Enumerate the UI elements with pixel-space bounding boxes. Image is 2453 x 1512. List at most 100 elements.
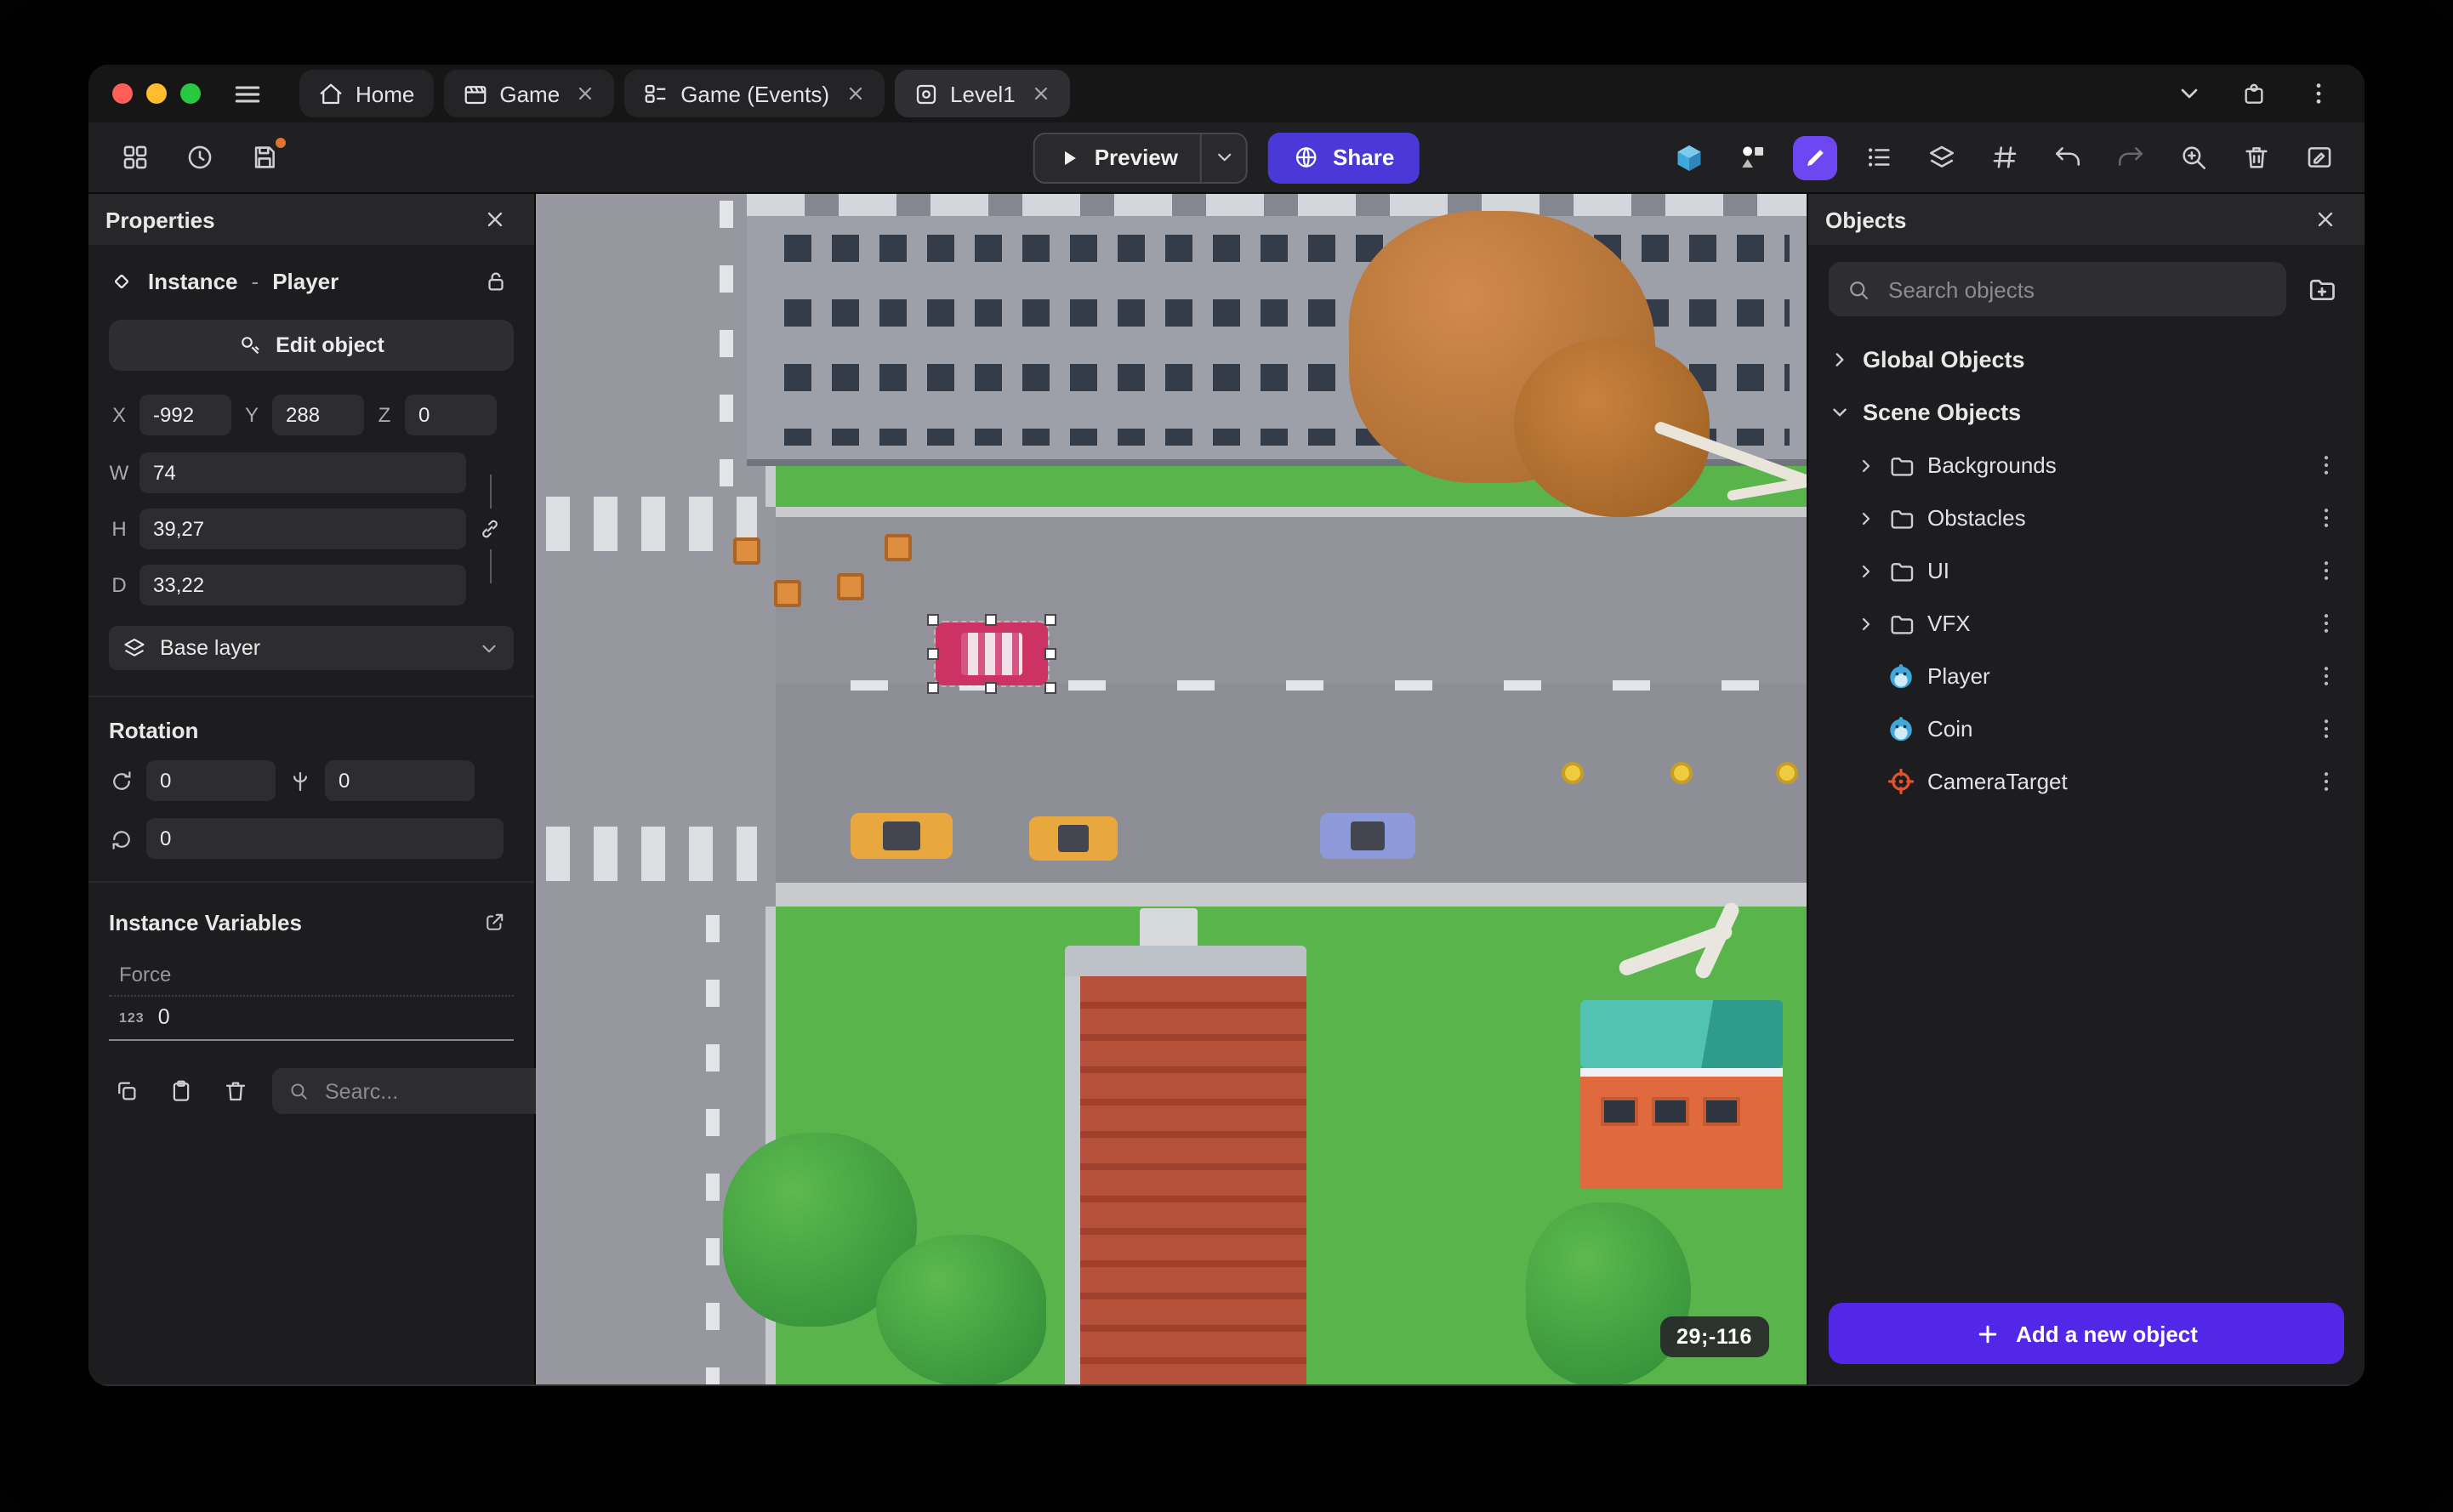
save-button[interactable] bbox=[242, 135, 286, 179]
object-cameratarget[interactable]: CameraTarget bbox=[1808, 755, 2365, 808]
close-tab-button[interactable] bbox=[575, 83, 595, 104]
close-objects-button[interactable] bbox=[2303, 197, 2348, 242]
object-options-button[interactable] bbox=[2303, 707, 2348, 751]
crate bbox=[733, 537, 760, 565]
open-variables-editor-button[interactable] bbox=[476, 903, 514, 941]
scene-icon bbox=[915, 83, 936, 104]
selection-pencil-tool-button[interactable] bbox=[1793, 135, 1837, 179]
x-input[interactable] bbox=[139, 395, 231, 435]
folder-options-button[interactable] bbox=[2303, 601, 2348, 645]
delete-variable-button[interactable] bbox=[218, 1074, 252, 1108]
object-label: CameraTarget bbox=[1927, 769, 2068, 794]
close-tab-button[interactable] bbox=[845, 83, 865, 104]
folder-vfx[interactable]: VFX bbox=[1808, 597, 2365, 650]
editor-tabs: Home Game Game (Events) Level1 bbox=[299, 70, 1070, 117]
minimize-window-button[interactable] bbox=[146, 83, 167, 104]
selection-handle-se[interactable] bbox=[1044, 682, 1056, 694]
object-options-button[interactable] bbox=[2303, 654, 2348, 698]
toggle-3d-view-button[interactable] bbox=[1667, 135, 1711, 179]
grid-layout-icon bbox=[122, 145, 146, 169]
tab-level1[interactable]: Level1 bbox=[894, 70, 1070, 117]
building-cap bbox=[1065, 946, 1306, 976]
selected-player-car-instance[interactable] bbox=[927, 614, 1056, 694]
crate bbox=[774, 580, 801, 607]
close-properties-button[interactable] bbox=[473, 197, 517, 242]
selection-handle-n[interactable] bbox=[985, 614, 997, 626]
tab-game[interactable]: Game bbox=[443, 70, 615, 117]
close-window-button[interactable] bbox=[112, 83, 133, 104]
height-input[interactable] bbox=[139, 509, 466, 549]
group-global-objects[interactable]: Global Objects bbox=[1808, 333, 2365, 386]
undo-icon bbox=[2054, 147, 2080, 166]
object-options-button[interactable] bbox=[2303, 759, 2348, 804]
selection-handle-nw[interactable] bbox=[927, 614, 939, 626]
edit-object-button[interactable]: Edit object bbox=[109, 320, 514, 371]
tab-game-events[interactable]: Game (Events) bbox=[624, 70, 885, 117]
group-label: Scene Objects bbox=[1863, 400, 2022, 425]
group-label: Global Objects bbox=[1863, 347, 2025, 372]
globe-icon bbox=[1296, 146, 1317, 168]
grid-toggle-button[interactable] bbox=[1982, 135, 2026, 179]
layer-select[interactable]: Base layer bbox=[109, 626, 514, 670]
rotation-z-input[interactable] bbox=[146, 818, 504, 859]
window bbox=[1703, 1097, 1740, 1126]
collapse-button[interactable] bbox=[2167, 71, 2211, 116]
selection-handle-ne[interactable] bbox=[1044, 614, 1056, 626]
folder-obstacles[interactable]: Obstacles bbox=[1808, 492, 2365, 544]
objects-search-input[interactable] bbox=[1885, 275, 2269, 304]
object-coin[interactable]: Coin bbox=[1808, 702, 2365, 755]
instances-list-button[interactable] bbox=[1856, 135, 1900, 179]
zoom-window-button[interactable] bbox=[180, 83, 201, 104]
project-manager-button[interactable] bbox=[112, 135, 157, 179]
variable-value[interactable]: 0 bbox=[158, 1005, 170, 1029]
paste-variable-button[interactable] bbox=[163, 1074, 197, 1108]
chevron-right-icon bbox=[1862, 564, 1870, 577]
copy-icon bbox=[117, 1082, 135, 1100]
layers-panel-button[interactable] bbox=[1919, 135, 1963, 179]
lock-instance-button[interactable] bbox=[476, 262, 514, 299]
clipboard-icon bbox=[172, 1080, 189, 1101]
keep-ratio-button[interactable] bbox=[473, 512, 507, 546]
object-player[interactable]: Player bbox=[1808, 650, 2365, 702]
z-input[interactable] bbox=[405, 395, 497, 435]
scene-properties-button[interactable] bbox=[2296, 135, 2341, 179]
preview-options-caret[interactable] bbox=[1200, 134, 1246, 181]
folder-backgrounds[interactable]: Backgrounds bbox=[1808, 439, 2365, 492]
zoom-in-button[interactable] bbox=[2171, 135, 2215, 179]
group-scene-objects[interactable]: Scene Objects bbox=[1808, 386, 2365, 439]
redo-button[interactable] bbox=[2108, 135, 2152, 179]
selection-handle-sw[interactable] bbox=[927, 682, 939, 694]
rotation-y-input[interactable] bbox=[325, 760, 475, 801]
close-tab-button[interactable] bbox=[1031, 83, 1051, 104]
history-button[interactable] bbox=[177, 135, 221, 179]
more-options-button[interactable] bbox=[2296, 71, 2341, 116]
undo-button[interactable] bbox=[2045, 135, 2089, 179]
tab-home[interactable]: Home bbox=[299, 70, 434, 117]
folder-ui[interactable]: UI bbox=[1808, 544, 2365, 597]
share-button[interactable]: Share bbox=[1268, 132, 1420, 183]
main-menu-button[interactable] bbox=[225, 71, 269, 116]
width-input[interactable] bbox=[139, 452, 466, 493]
rotation-x-input[interactable] bbox=[146, 760, 276, 801]
delete-button[interactable] bbox=[2234, 135, 2278, 179]
kebab-icon bbox=[2323, 667, 2328, 685]
objects-editor-button[interactable] bbox=[1730, 135, 1774, 179]
variable-value-row[interactable]: 123 0 bbox=[109, 997, 514, 1041]
selection-handle-e[interactable] bbox=[1044, 647, 1056, 659]
folder-options-button[interactable] bbox=[2303, 549, 2348, 593]
selection-handle-w[interactable] bbox=[927, 647, 939, 659]
y-input[interactable] bbox=[272, 395, 364, 435]
folder-options-button[interactable] bbox=[2303, 443, 2348, 487]
extensions-button[interactable] bbox=[2232, 71, 2276, 116]
folder-options-button[interactable] bbox=[2303, 496, 2348, 540]
new-folder-button[interactable] bbox=[2300, 267, 2344, 311]
close-icon bbox=[487, 212, 503, 227]
scene-canvas[interactable]: 29;-116 bbox=[536, 194, 1807, 1384]
add-object-button[interactable]: Add a new object bbox=[1829, 1303, 2344, 1364]
kebab-icon bbox=[2323, 561, 2328, 580]
copy-variable-button[interactable] bbox=[109, 1074, 143, 1108]
depth-input[interactable] bbox=[139, 565, 466, 605]
selection-handle-s[interactable] bbox=[985, 682, 997, 694]
variable-name[interactable]: Force bbox=[109, 958, 514, 997]
preview-button[interactable]: Preview bbox=[1033, 132, 1249, 183]
